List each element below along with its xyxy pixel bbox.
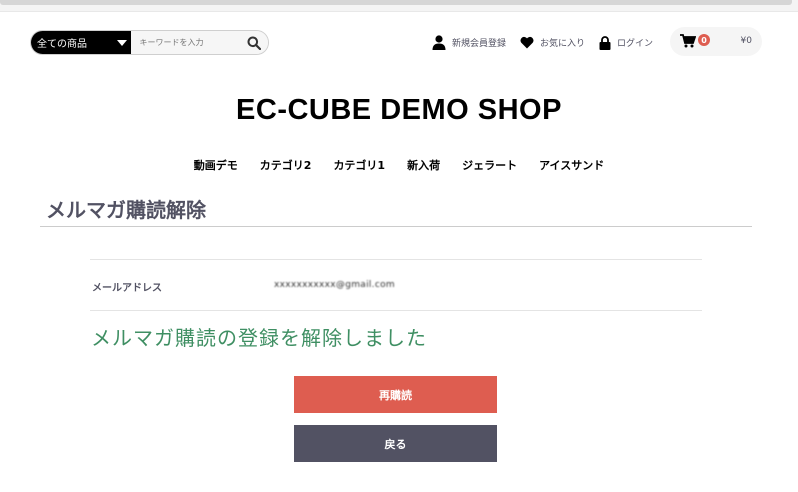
back-button[interactable]: 戻る [294, 425, 497, 462]
category-nav-item[interactable]: 新入荷 [407, 157, 440, 173]
row-divider [90, 310, 702, 311]
shop-logo[interactable]: EC-CUBE DEMO SHOP [0, 94, 798, 127]
caret-down-icon [117, 40, 128, 46]
browser-scrollbar[interactable] [0, 0, 798, 12]
category-nav-item[interactable]: ジェラート [462, 157, 517, 173]
cart-count-badge: 0 [698, 34, 710, 46]
resubscribe-button[interactable]: 再購読 [294, 376, 497, 413]
email-label: メールアドレス [92, 283, 162, 294]
lock-icon [599, 35, 611, 50]
cart-button[interactable]: 0 ¥0 [670, 27, 762, 56]
category-select[interactable]: 全ての商品 [31, 31, 132, 54]
cart-total: ¥0 [740, 36, 752, 46]
category-nav: 動画デモ カテゴリ2 カテゴリ1 新入荷 ジェラート アイスサンド [0, 157, 798, 173]
scrollbar-thumb[interactable] [0, 0, 792, 5]
search-icon [247, 36, 262, 50]
search-button[interactable] [240, 31, 268, 54]
heart-icon [520, 36, 534, 49]
favorites-link[interactable]: お気に入り [520, 36, 585, 49]
category-nav-item[interactable]: アイスサンド [539, 157, 604, 173]
title-divider [40, 226, 752, 227]
email-value: xxxxxxxxxxx@gmail.com [274, 280, 395, 290]
favorites-label: お気に入り [540, 39, 586, 49]
cart-icon [680, 34, 696, 48]
page-title: メルマガ購読解除 [46, 198, 206, 222]
row-divider [90, 259, 702, 260]
user-icon [432, 35, 446, 50]
login-label: ログイン [617, 39, 654, 49]
category-nav-item[interactable]: カテゴリ2 [260, 157, 312, 173]
search-bar: 全ての商品 [30, 30, 269, 55]
category-nav-item[interactable]: 動画デモ [194, 157, 238, 173]
unsubscribe-complete-message: メルマガ購読の登録を解除しました [91, 326, 427, 350]
category-nav-item[interactable]: カテゴリ1 [333, 157, 385, 173]
signup-link[interactable]: 新規会員登録 [432, 35, 506, 50]
user-nav: 新規会員登録 お気に入り ログイン [432, 30, 667, 55]
category-select-value: 全ての商品 [37, 39, 87, 50]
signup-label: 新規会員登録 [452, 39, 507, 49]
search-input[interactable] [131, 31, 241, 54]
login-link[interactable]: ログイン [599, 35, 654, 50]
